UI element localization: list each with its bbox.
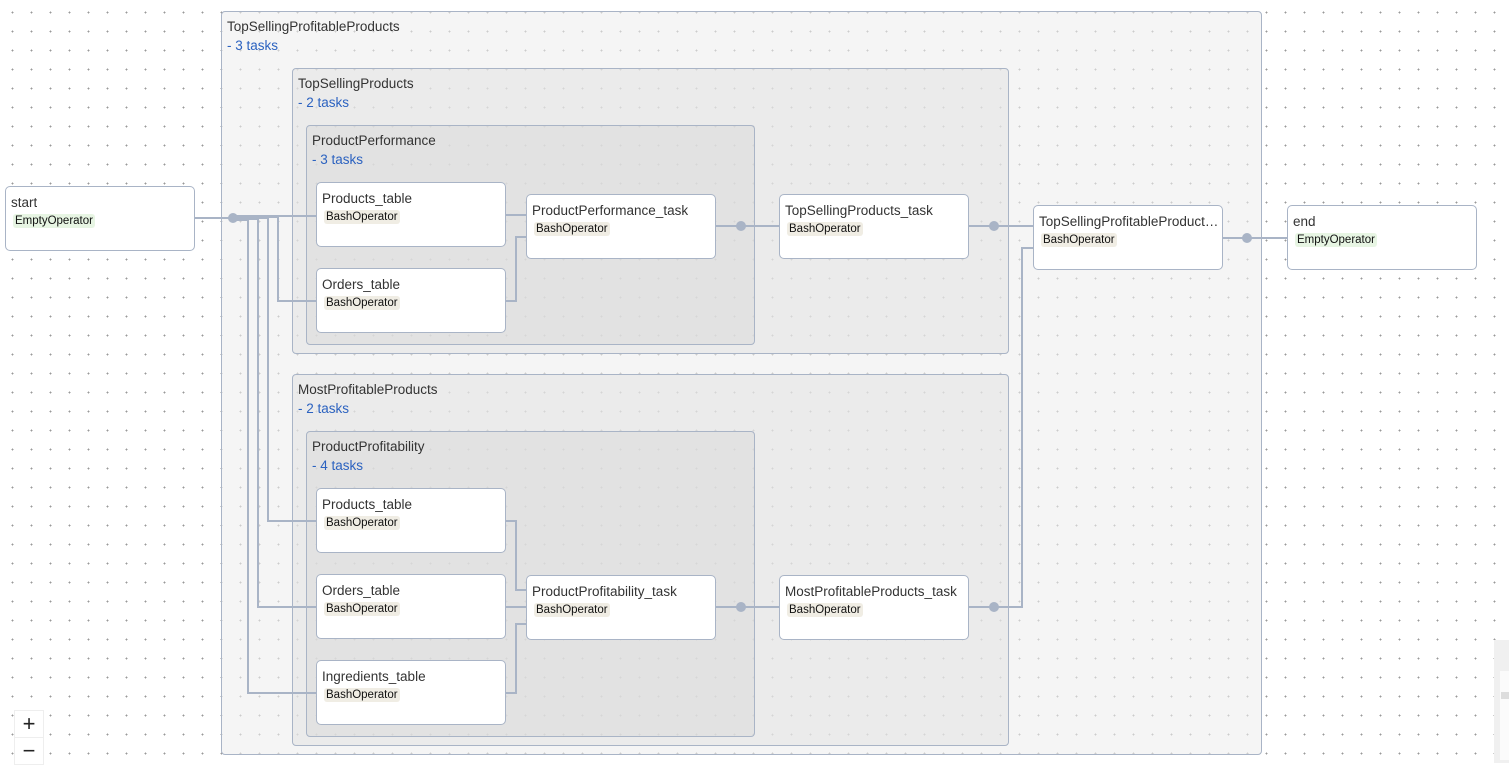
- task-node-pf-products-table[interactable]: Products_table BashOperator: [316, 488, 506, 553]
- group-task-count[interactable]: - 3 tasks: [312, 152, 363, 167]
- task-title: Orders_table: [322, 277, 401, 292]
- operator-badge: EmptyOperator: [1295, 233, 1377, 247]
- operator-badge: BashOperator: [324, 296, 400, 310]
- task-node-top-selling-profitable-products-task[interactable]: TopSellingProfitableProduct… BashOperato…: [1033, 205, 1223, 270]
- group-task-count[interactable]: - 2 tasks: [298, 95, 349, 110]
- task-title: end: [1293, 214, 1316, 229]
- group-title: MostProfitableProducts: [298, 382, 438, 397]
- operator-badge: BashOperator: [324, 602, 400, 616]
- operator-badge: BashOperator: [787, 603, 863, 617]
- operator-badge: EmptyOperator: [13, 214, 95, 228]
- task-node-pf-ingredients-table[interactable]: Ingredients_table BashOperator: [316, 660, 506, 725]
- zoom-in-button[interactable]: +: [14, 710, 44, 738]
- minimap-viewport[interactable]: [1500, 671, 1509, 760]
- operator-badge: BashOperator: [324, 688, 400, 702]
- task-node-end[interactable]: end EmptyOperator: [1287, 205, 1477, 270]
- group-title: ProductProfitability: [312, 439, 425, 454]
- group-task-count[interactable]: - 3 tasks: [227, 38, 278, 53]
- task-title: Products_table: [322, 497, 413, 512]
- task-node-most-profitable-products-task[interactable]: MostProfitableProducts_task BashOperator: [779, 575, 969, 640]
- task-title: TopSellingProfitableProduct…: [1039, 214, 1219, 229]
- operator-badge: BashOperator: [534, 603, 610, 617]
- minimap-node: [1501, 692, 1509, 699]
- operator-badge: BashOperator: [324, 210, 400, 224]
- operator-badge: BashOperator: [534, 222, 610, 236]
- task-title: ProductPerformance_task: [532, 203, 689, 218]
- minimap[interactable]: [1494, 640, 1509, 763]
- group-task-count[interactable]: - 2 tasks: [298, 401, 349, 416]
- group-title: TopSellingProfitableProducts: [227, 19, 400, 34]
- operator-badge: BashOperator: [324, 516, 400, 530]
- group-title: TopSellingProducts: [298, 76, 414, 91]
- task-title: start: [11, 195, 38, 210]
- task-title: TopSellingProducts_task: [785, 203, 933, 218]
- task-node-pp-orders-table[interactable]: Orders_table BashOperator: [316, 268, 506, 333]
- group-task-count[interactable]: - 4 tasks: [312, 458, 363, 473]
- zoom-out-button[interactable]: −: [14, 737, 44, 765]
- task-node-product-profitability-task[interactable]: ProductProfitability_task BashOperator: [526, 575, 716, 640]
- task-node-top-selling-products-task[interactable]: TopSellingProducts_task BashOperator: [779, 194, 969, 259]
- task-title: Ingredients_table: [322, 669, 426, 684]
- task-title: Products_table: [322, 191, 413, 206]
- group-title: ProductPerformance: [312, 133, 436, 148]
- operator-badge: BashOperator: [1041, 233, 1117, 247]
- task-node-product-performance-task[interactable]: ProductPerformance_task BashOperator: [526, 194, 716, 259]
- task-node-start[interactable]: start EmptyOperator: [5, 186, 195, 251]
- task-title: MostProfitableProducts_task: [785, 584, 957, 599]
- task-node-pf-orders-table[interactable]: Orders_table BashOperator: [316, 574, 506, 639]
- operator-badge: BashOperator: [787, 222, 863, 236]
- task-title: Orders_table: [322, 583, 401, 598]
- task-node-pp-products-table[interactable]: Products_table BashOperator: [316, 182, 506, 247]
- task-title: ProductProfitability_task: [532, 584, 677, 599]
